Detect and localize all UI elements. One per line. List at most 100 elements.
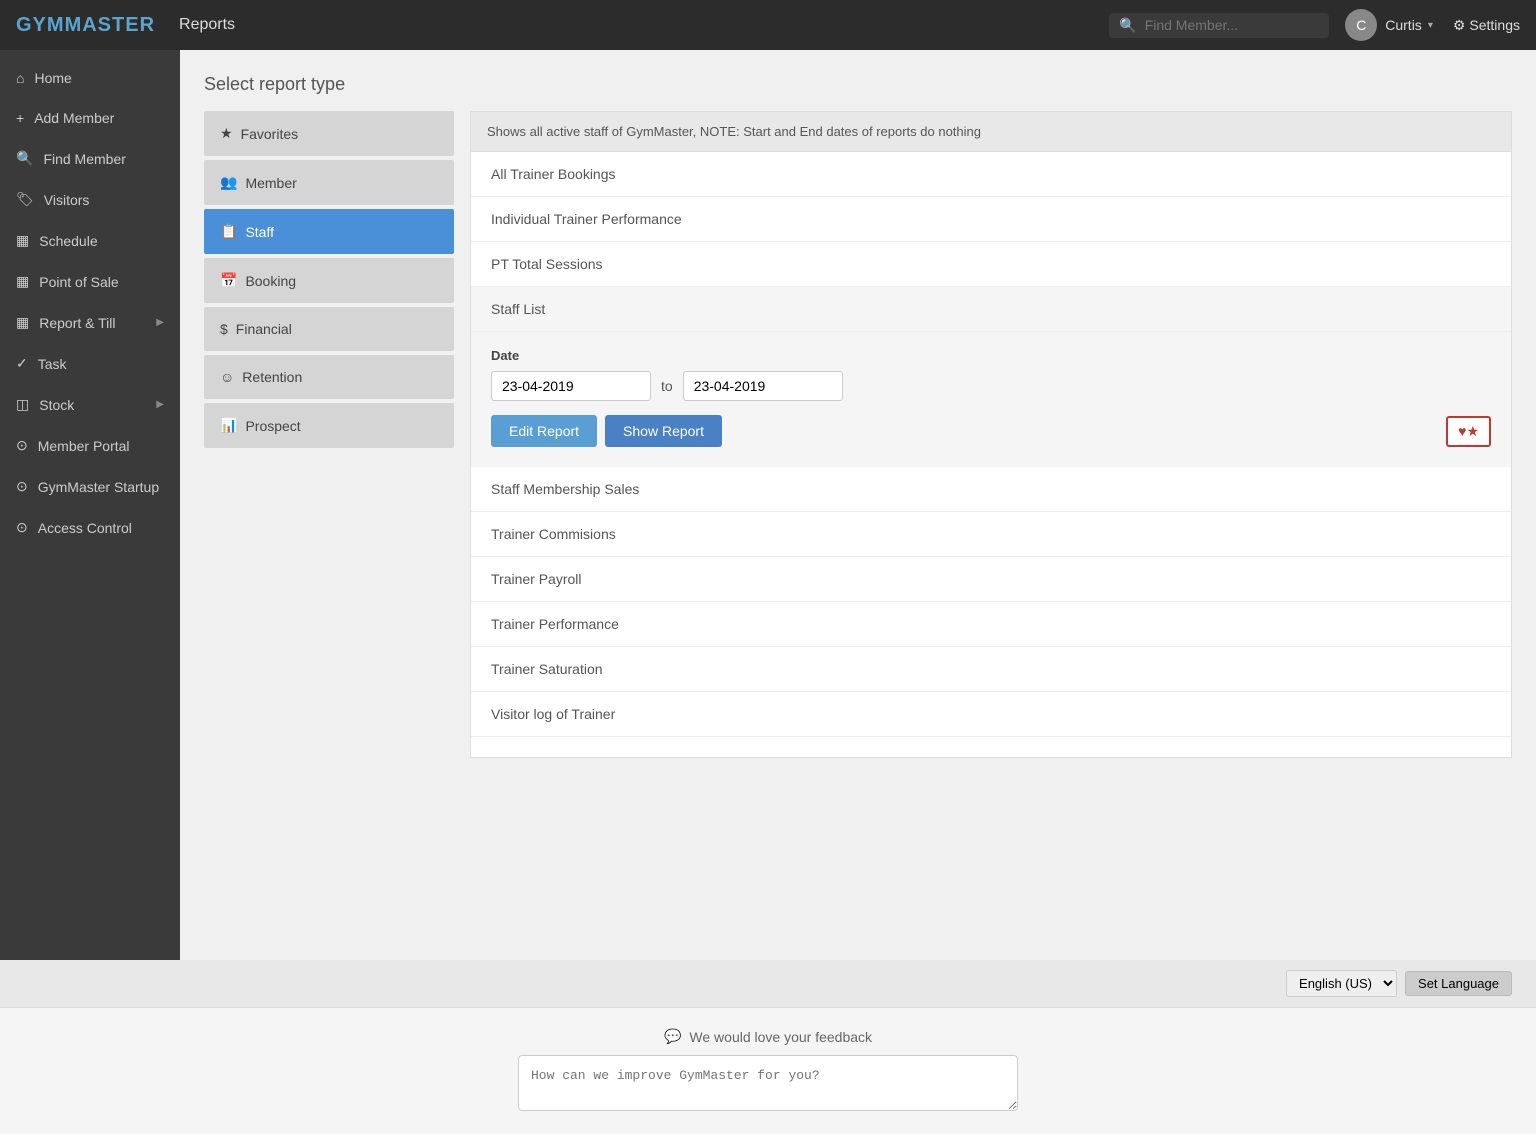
- favorite-button[interactable]: ♥★: [1446, 416, 1491, 447]
- sidebar-item-access-control[interactable]: ⊙ Access Control: [0, 507, 180, 548]
- report-list-item-pt-total-sessions[interactable]: PT Total Sessions: [471, 242, 1511, 287]
- report-list-item-trainer-payroll[interactable]: Trainer Payroll: [471, 557, 1511, 602]
- star-icon: ★: [220, 125, 233, 142]
- sidebar-item-report-till[interactable]: ▦ Report & Till ▶: [0, 302, 180, 343]
- report-menu-label: Staff: [245, 224, 274, 240]
- chevron-right-icon: ▶: [156, 317, 164, 328]
- sidebar-item-label: GymMaster Startup: [38, 479, 159, 495]
- report-menu-label: Booking: [245, 273, 296, 289]
- staff-list-label: Staff List: [491, 301, 545, 317]
- report-layout: ★ Favorites 👥 Member 📋 Staff 📅 Booking $: [204, 111, 1512, 758]
- chevron-down-icon[interactable]: ▾: [1428, 20, 1433, 31]
- settings-button[interactable]: ⚙ Settings: [1449, 17, 1520, 34]
- report-list-item-individual-trainer-performance[interactable]: Individual Trainer Performance: [471, 197, 1511, 242]
- footer-lang: English (US) English (UK) French German …: [0, 960, 1536, 1007]
- sidebar-item-point-of-sale[interactable]: ▦ Point of Sale: [0, 261, 180, 302]
- logo-gym: GYM: [16, 14, 65, 36]
- sidebar-item-label: Point of Sale: [39, 274, 118, 290]
- feedback-title: 💬 We would love your feedback: [20, 1028, 1516, 1045]
- date-label: Date: [491, 348, 1491, 363]
- prospect-icon: 📊: [220, 417, 237, 434]
- sidebar-item-visitors[interactable]: 🏷 Visitors: [0, 179, 180, 220]
- report-list-item-staff-list[interactable]: Staff List: [471, 287, 1511, 332]
- sidebar-item-schedule[interactable]: ▦ Schedule: [0, 220, 180, 261]
- sidebar-item-label: Member Portal: [38, 438, 130, 454]
- pos-icon: ▦: [16, 273, 29, 290]
- search-icon: 🔍: [1119, 17, 1136, 34]
- sidebar-item-member-portal[interactable]: ⊙ Member Portal: [0, 425, 180, 466]
- logo: GYMMASTER: [16, 14, 155, 37]
- btn-row: Edit Report Show Report ♥★: [491, 415, 1491, 447]
- retention-icon: ☺: [220, 369, 234, 385]
- search-area[interactable]: 🔍: [1109, 13, 1329, 38]
- language-select[interactable]: English (US) English (UK) French German …: [1286, 970, 1397, 997]
- sidebar-item-label: Access Control: [38, 520, 132, 536]
- set-language-button[interactable]: Set Language: [1405, 971, 1512, 996]
- report-menu-item-member[interactable]: 👥 Member: [204, 160, 454, 205]
- report-list-item-trainer-commisions[interactable]: Trainer Commisions: [471, 512, 1511, 557]
- report-menu-label: Member: [245, 175, 296, 191]
- report-list-item-trainer-performance[interactable]: Trainer Performance: [471, 602, 1511, 647]
- heart-star-icon: ♥★: [1458, 423, 1479, 439]
- date-start-input[interactable]: [491, 371, 651, 401]
- sidebar-item-label: Add Member: [34, 110, 114, 126]
- report-list-item-staff-membership-sales[interactable]: Staff Membership Sales: [471, 467, 1511, 512]
- report-list-item-all-trainer-bookings[interactable]: All Trainer Bookings: [471, 152, 1511, 197]
- report-icon: ▦: [16, 314, 29, 331]
- member-icon: 👥: [220, 174, 237, 191]
- edit-report-button[interactable]: Edit Report: [491, 415, 597, 447]
- stock-icon: ◫: [16, 396, 29, 413]
- report-menu-item-staff[interactable]: 📋 Staff: [204, 209, 454, 254]
- staff-icon: 📋: [220, 223, 237, 240]
- booking-icon: 📅: [220, 272, 237, 289]
- sidebar-item-label: Report & Till: [39, 315, 115, 331]
- report-list-item-visitor-log-of-trainer[interactable]: Visitor log of Trainer: [471, 692, 1511, 737]
- plus-icon: +: [16, 110, 24, 126]
- dollar-icon: $: [220, 321, 228, 337]
- report-info: Shows all active staff of GymMaster, NOT…: [471, 112, 1511, 152]
- main-content: Select report type ★ Favorites 👥 Member …: [180, 50, 1536, 960]
- date-section: Date to Edit Report Show Report ♥★: [471, 332, 1511, 467]
- date-inputs: to: [491, 371, 1491, 401]
- report-menu-item-retention[interactable]: ☺ Retention: [204, 355, 454, 399]
- sidebar-item-add-member[interactable]: + Add Member: [0, 98, 180, 138]
- feedback-area: 💬 We would love your feedback: [0, 1007, 1536, 1134]
- lock-icon: ⊙: [16, 519, 28, 536]
- report-menu-label: Retention: [242, 369, 302, 385]
- date-to-label: to: [661, 378, 673, 394]
- grid-icon: ▦: [16, 232, 29, 249]
- report-menu-label: Financial: [236, 321, 292, 337]
- report-list-item-trainer-saturation[interactable]: Trainer Saturation: [471, 647, 1511, 692]
- feedback-input[interactable]: [518, 1055, 1018, 1111]
- search-input[interactable]: [1145, 17, 1320, 33]
- report-menu-label: Favorites: [241, 126, 299, 142]
- sidebar-item-label: Task: [38, 356, 67, 372]
- sidebar-item-label: Home: [34, 70, 71, 86]
- logo-master: MASTER: [65, 14, 155, 36]
- feedback-title-text: We would love your feedback: [689, 1029, 872, 1045]
- sidebar-item-label: Find Member: [43, 151, 125, 167]
- user-name: Curtis: [1385, 17, 1422, 33]
- report-menu-item-booking[interactable]: 📅 Booking: [204, 258, 454, 303]
- user-area: C Curtis ▾: [1345, 9, 1433, 41]
- avatar: C: [1345, 9, 1377, 41]
- sidebar-item-stock[interactable]: ◫ Stock ▶: [0, 384, 180, 425]
- report-menu-label: Prospect: [245, 418, 300, 434]
- gear-icon: ⚙: [1453, 17, 1466, 34]
- page-title: Reports: [179, 16, 235, 34]
- chat-icon: 💬: [664, 1028, 681, 1045]
- sidebar-item-task[interactable]: ✓ Task: [0, 343, 180, 384]
- report-menu-item-favorites[interactable]: ★ Favorites: [204, 111, 454, 156]
- report-menu-item-prospect[interactable]: 📊 Prospect: [204, 403, 454, 448]
- sidebar-item-find-member[interactable]: 🔍 Find Member: [0, 138, 180, 179]
- report-panel: Shows all active staff of GymMaster, NOT…: [470, 111, 1512, 758]
- tag-icon: 🏷: [16, 191, 34, 208]
- show-report-button[interactable]: Show Report: [605, 415, 722, 447]
- chevron-right-icon: ▶: [156, 399, 164, 410]
- sidebar-item-home[interactable]: ⌂ Home: [0, 58, 180, 98]
- sidebar-item-label: Visitors: [44, 192, 90, 208]
- report-menu-item-financial[interactable]: $ Financial: [204, 307, 454, 351]
- home-icon: ⌂: [16, 70, 24, 86]
- date-end-input[interactable]: [683, 371, 843, 401]
- sidebar-item-gymmaster-startup[interactable]: ⊙ GymMaster Startup: [0, 466, 180, 507]
